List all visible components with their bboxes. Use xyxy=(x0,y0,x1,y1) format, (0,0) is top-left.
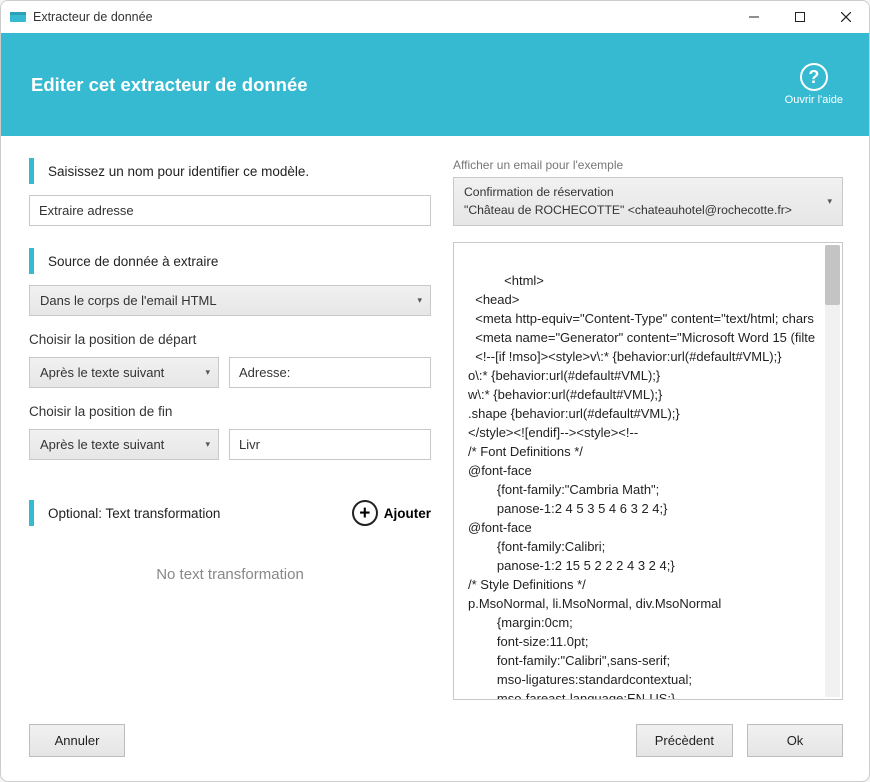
page-title: Editer cet extracteur de donnée xyxy=(31,74,785,96)
end-text-input[interactable] xyxy=(229,429,431,460)
source-select-value: Dans le corps de l'email HTML xyxy=(40,293,217,308)
maximize-button[interactable] xyxy=(777,1,823,33)
end-mode-value: Après le texte suivant xyxy=(40,437,164,452)
accent-bar xyxy=(29,158,34,184)
window-title: Extracteur de donnée xyxy=(33,10,153,24)
optional-section-label: Optional: Text transformation xyxy=(29,500,352,526)
titlebar: Extracteur de donnée xyxy=(1,1,869,33)
ok-button[interactable]: Ok xyxy=(747,724,843,757)
previous-button[interactable]: Précèdent xyxy=(636,724,733,757)
start-position-label: Choisir la position de départ xyxy=(29,332,431,347)
end-mode-select[interactable]: Après le texte suivant ▾ xyxy=(29,429,219,460)
minimize-button[interactable] xyxy=(731,1,777,33)
example-email-label: Afficher un email pour l'exemple xyxy=(453,158,843,172)
preview-scrollbar-thumb[interactable] xyxy=(825,245,840,305)
example-email-select[interactable]: Confirmation de réservation "Château de … xyxy=(453,177,843,226)
cancel-button[interactable]: Annuler xyxy=(29,724,125,757)
name-input[interactable] xyxy=(29,195,431,226)
start-mode-value: Après le texte suivant xyxy=(40,365,164,380)
example-subject: Confirmation de réservation xyxy=(464,184,792,202)
end-position-label: Choisir la position de fin xyxy=(29,404,431,419)
app-icon xyxy=(9,8,27,26)
example-from: "Château de ROCHECOTTE" <chateauhotel@ro… xyxy=(464,202,792,220)
chevron-down-icon: ▾ xyxy=(827,196,832,207)
footer: Annuler Précèdent Ok xyxy=(1,714,869,781)
accent-bar xyxy=(29,500,34,526)
app-window: Extracteur de donnée Editer cet extracte… xyxy=(0,0,870,782)
plus-icon: + xyxy=(352,500,378,526)
chevron-down-icon: ▾ xyxy=(417,295,422,306)
chevron-down-icon: ▾ xyxy=(205,439,210,450)
preview-scrollbar-track[interactable] xyxy=(825,245,840,697)
body: Saisissez un nom pour identifier ce modè… xyxy=(1,136,869,714)
help-icon: ? xyxy=(800,63,828,91)
help-button[interactable]: ? Ouvrir l'aide xyxy=(785,63,843,106)
right-column: Afficher un email pour l'exemple Confirm… xyxy=(453,158,843,700)
close-button[interactable] xyxy=(823,1,869,33)
source-section-label: Source de donnée à extraire xyxy=(29,248,431,274)
name-section-label: Saisissez un nom pour identifier ce modè… xyxy=(29,158,431,184)
chevron-down-icon: ▾ xyxy=(205,367,210,378)
email-html-preview[interactable]: <html> <head> <meta http-equiv="Content-… xyxy=(453,242,843,700)
no-transformation-text: No text transformation xyxy=(29,566,431,583)
accent-bar xyxy=(29,248,34,274)
start-text-input[interactable] xyxy=(229,357,431,388)
page-header: Editer cet extracteur de donnée ? Ouvrir… xyxy=(1,33,869,136)
left-column: Saisissez un nom pour identifier ce modè… xyxy=(29,158,431,700)
add-transformation-button[interactable]: + Ajouter xyxy=(352,500,431,526)
help-label: Ouvrir l'aide xyxy=(785,94,843,106)
source-select[interactable]: Dans le corps de l'email HTML ▾ xyxy=(29,285,431,316)
add-label: Ajouter xyxy=(384,506,431,521)
start-mode-select[interactable]: Après le texte suivant ▾ xyxy=(29,357,219,388)
preview-content: <html> <head> <meta http-equiv="Content-… xyxy=(468,273,815,700)
